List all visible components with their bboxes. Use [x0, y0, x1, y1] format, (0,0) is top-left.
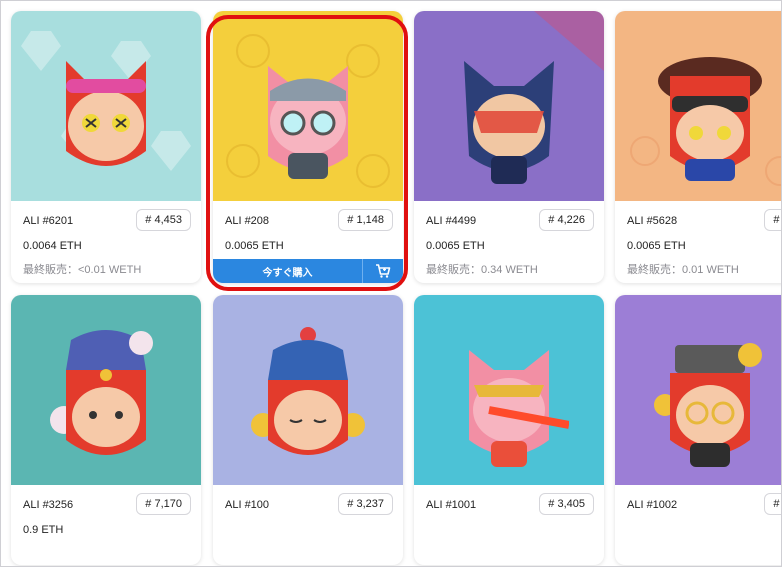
nft-price: 0.0065 ETH	[426, 240, 485, 252]
nft-card[interactable]: ALI #6201 # 4,453 0.0064 ETH 最終販売：<0.01 …	[11, 11, 201, 283]
nft-price: 0.0064 ETH	[23, 240, 82, 252]
nft-price: 0.9 ETH	[23, 524, 64, 536]
nft-image[interactable]	[11, 295, 201, 485]
nft-image[interactable]	[213, 295, 403, 485]
nft-price: 0.0065 ETH	[627, 240, 686, 252]
rank-badge: # 3,92	[764, 209, 781, 231]
rank-badge: # 1,148	[338, 209, 393, 231]
nft-card[interactable]: ALI #5628 # 3,92 0.0065 ETH 最終販売：0.01 WE…	[615, 11, 781, 283]
buy-bar: 今すぐ購入	[213, 259, 403, 283]
nft-price: 0.0065 ETH	[225, 240, 284, 252]
add-to-cart-button[interactable]	[362, 259, 403, 283]
nft-name: ALI #5628	[627, 215, 678, 227]
rank-badge: # 3,237	[338, 493, 393, 515]
nft-name: ALI #1001	[426, 499, 477, 511]
nft-image[interactable]	[213, 11, 403, 201]
nft-card[interactable]: ALI #3256 # 7,170 0.9 ETH	[11, 295, 201, 565]
rank-badge: # 3,405	[539, 493, 594, 515]
nft-image[interactable]	[11, 11, 201, 201]
nft-image[interactable]	[414, 11, 604, 201]
last-sale: 最終販売：<0.01 WETH	[23, 264, 142, 276]
nft-name: ALI #3256	[23, 499, 74, 511]
nft-name: ALI #208	[225, 215, 270, 227]
rank-badge: # 4,226	[539, 209, 594, 231]
nft-name: ALI #6201	[23, 215, 74, 227]
nft-name: ALI #4499	[426, 215, 477, 227]
rank-badge: # 4,453	[136, 209, 191, 231]
nft-image[interactable]	[414, 295, 604, 485]
nft-grid: ALI #6201 # 4,453 0.0064 ETH 最終販売：<0.01 …	[0, 0, 782, 567]
nft-card[interactable]: ALI #1001 # 3,405	[414, 295, 604, 565]
rank-badge: # 2,57	[764, 493, 781, 515]
last-sale: 最終販売：0.34 WETH	[426, 264, 538, 276]
nft-image[interactable]	[615, 295, 781, 485]
nft-card[interactable]: ALI #1002 # 2,57	[615, 295, 781, 565]
cart-icon	[376, 264, 391, 278]
last-sale: 最終販売：0.01 WETH	[627, 264, 739, 276]
buy-now-button[interactable]: 今すぐ購入	[213, 259, 362, 283]
rank-badge: # 7,170	[136, 493, 191, 515]
nft-card[interactable]: ALI #100 # 3,237	[213, 295, 403, 565]
nft-card[interactable]: ALI #4499 # 4,226 0.0065 ETH 最終販売：0.34 W…	[414, 11, 604, 283]
nft-name: ALI #1002	[627, 499, 678, 511]
nft-image[interactable]	[615, 11, 781, 201]
nft-name: ALI #100	[225, 499, 270, 511]
nft-card[interactable]: ALI #208 # 1,148 0.0065 ETH 今すぐ購入	[213, 11, 403, 283]
